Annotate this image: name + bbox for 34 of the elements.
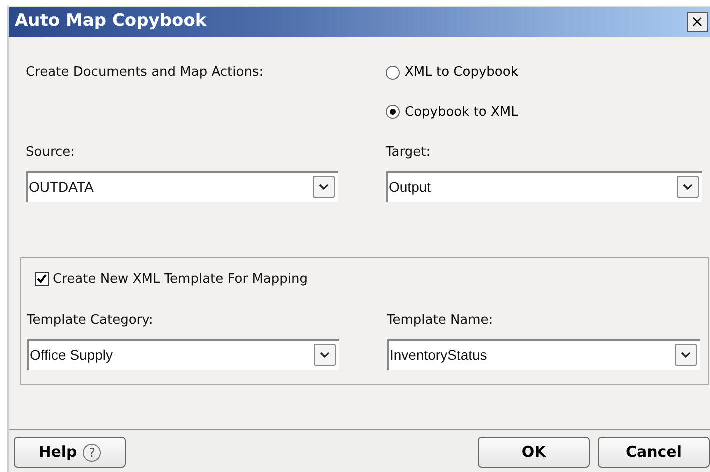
close-button[interactable]: ×	[687, 12, 708, 32]
dropdown-button[interactable]	[313, 176, 335, 198]
chevron-down-icon	[320, 352, 330, 358]
chevron-down-icon	[319, 184, 329, 190]
name-combo[interactable]: InventoryStatus	[387, 338, 700, 370]
source-label: Source:	[26, 144, 76, 162]
chevron-down-icon	[683, 184, 693, 190]
ok-button[interactable]: OK	[478, 437, 590, 468]
combo-value: OUTDATA	[29, 178, 94, 196]
source-combo[interactable]: OUTDATA	[26, 170, 338, 202]
target-label: Target:	[386, 144, 432, 162]
radio-button[interactable]	[386, 105, 400, 120]
radio-option[interactable]: XML to Copybook	[386, 63, 518, 82]
window-title: Auto Map Copybook	[15, 10, 207, 34]
help-icon: ?	[83, 444, 102, 462]
name-label: Template Name:	[387, 312, 494, 330]
radio-button[interactable]	[386, 66, 400, 80]
combo-value: Office Supply	[30, 346, 114, 365]
category-label: Template Category:	[27, 312, 154, 330]
actions-label: Create Documents and Map Actions:	[26, 65, 264, 80]
dropdown-button[interactable]	[314, 344, 336, 366]
combo-value: Output	[389, 178, 432, 197]
checkbox-label[interactable]: Create New XML Template For Mapping	[53, 270, 308, 289]
combo-value: InventoryStatus	[390, 346, 488, 365]
category-combo[interactable]: Office Supply	[27, 338, 339, 370]
target-combo[interactable]: Output	[386, 170, 702, 202]
cancel-button[interactable]: Cancel	[598, 437, 710, 468]
checkbox[interactable]	[35, 272, 49, 286]
dropdown-button[interactable]	[675, 344, 697, 366]
dropdown-button[interactable]	[677, 176, 699, 198]
chevron-down-icon	[681, 352, 691, 358]
help-button[interactable]: Help ?	[14, 437, 126, 468]
check-icon	[37, 274, 47, 284]
radio-option[interactable]: Copybook to XML	[386, 102, 518, 122]
